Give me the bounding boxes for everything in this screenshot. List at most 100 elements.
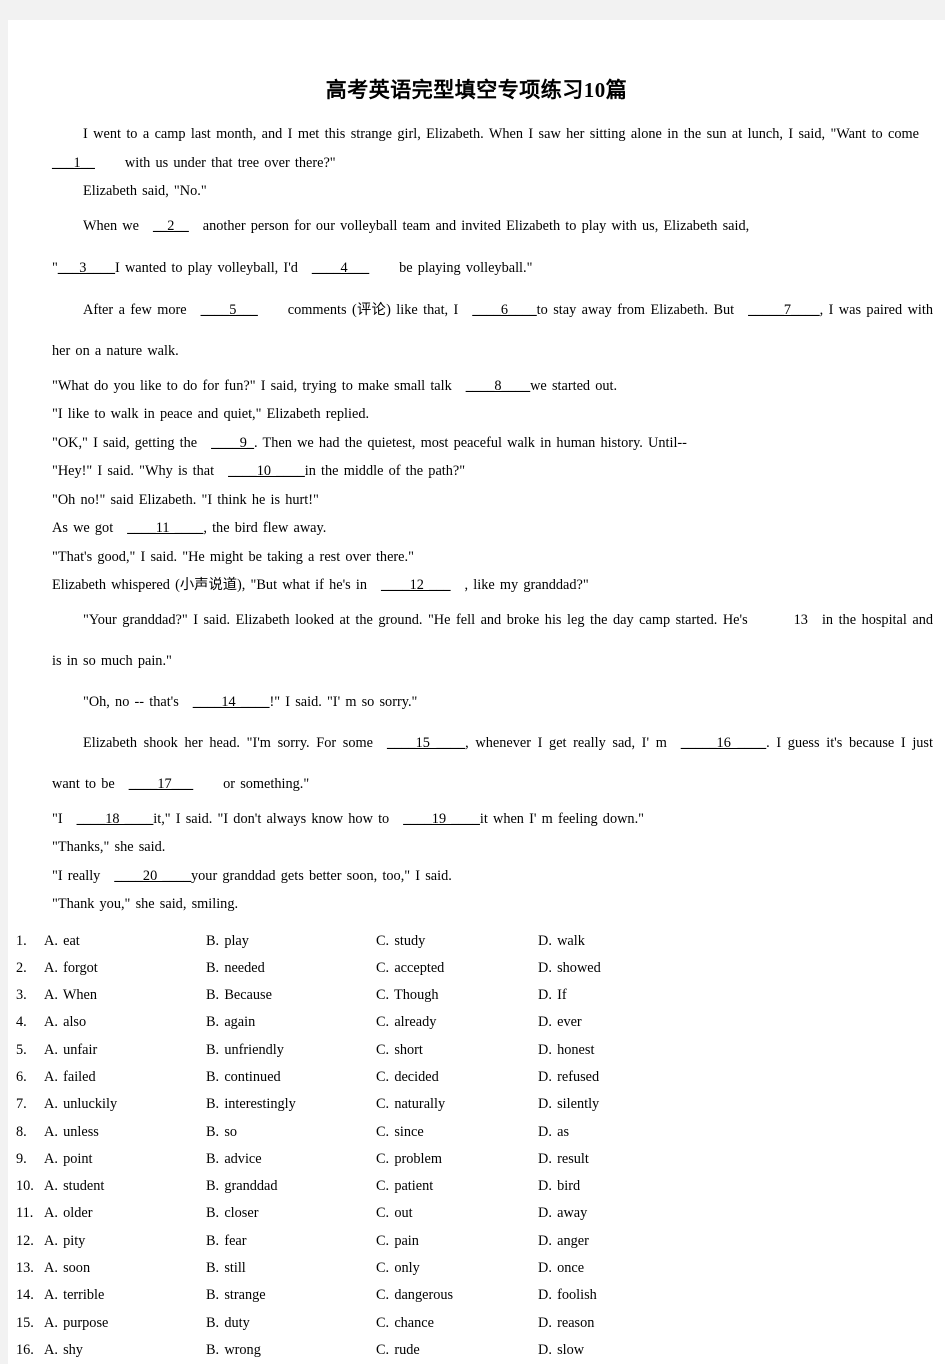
option-choice-B[interactable]: B. advice: [206, 1146, 376, 1173]
option-choice-D[interactable]: D. bird: [538, 1173, 698, 1200]
option-choice-C[interactable]: C. since: [376, 1119, 538, 1146]
option-letter: A.: [44, 1042, 58, 1058]
answer-blank-8[interactable]: ____8____: [466, 378, 530, 394]
answer-blank-10[interactable]: ____10 ____: [228, 463, 305, 479]
option-choice-B[interactable]: B. again: [206, 1009, 376, 1036]
option-choice-C[interactable]: C. out: [376, 1200, 538, 1227]
answer-blank-4[interactable]: ____4___: [312, 260, 369, 276]
option-choice-A[interactable]: A. student: [44, 1173, 206, 1200]
option-choice-A[interactable]: A. eat: [44, 928, 206, 955]
option-choice-D[interactable]: D. as: [538, 1119, 698, 1146]
option-choice-C[interactable]: C. pain: [376, 1228, 538, 1255]
option-choice-D[interactable]: D. If: [538, 982, 698, 1009]
option-choice-C[interactable]: C. already: [376, 1009, 538, 1036]
option-choice-C[interactable]: C. Though: [376, 982, 538, 1009]
passage-paragraph-1: I went to a camp last month, and I met t…: [52, 120, 933, 177]
option-choice-D[interactable]: D. ever: [538, 1009, 698, 1036]
option-choice-A[interactable]: A. shy: [44, 1337, 206, 1364]
option-choice-C[interactable]: C. rude: [376, 1337, 538, 1364]
answer-blank-7[interactable]: _____7____: [748, 302, 819, 318]
option-letter: D.: [538, 960, 552, 976]
option-choice-B[interactable]: B. unfriendly: [206, 1037, 376, 1064]
option-choice-C[interactable]: C. only: [376, 1255, 538, 1282]
option-choice-D[interactable]: D. walk: [538, 928, 698, 955]
option-choice-D[interactable]: D. silently: [538, 1091, 698, 1118]
option-choice-D[interactable]: D. honest: [538, 1037, 698, 1064]
option-choice-C[interactable]: C. short: [376, 1037, 538, 1064]
option-choice-C[interactable]: C. study: [376, 928, 538, 955]
option-letter: D.: [538, 1205, 552, 1221]
answer-blank-1[interactable]: ___1__: [52, 155, 95, 171]
option-choice-A[interactable]: A. older: [44, 1200, 206, 1227]
option-text: short: [394, 1042, 423, 1058]
option-choice-A[interactable]: A. unfair: [44, 1037, 206, 1064]
option-choice-A[interactable]: A. point: [44, 1146, 206, 1173]
option-choice-B[interactable]: B. interestingly: [206, 1091, 376, 1118]
option-choice-D[interactable]: D. result: [538, 1146, 698, 1173]
option-letter: B.: [206, 1315, 219, 1331]
option-choice-C[interactable]: C. patient: [376, 1173, 538, 1200]
option-choice-D[interactable]: D. anger: [538, 1228, 698, 1255]
option-choice-A[interactable]: A. terrible: [44, 1282, 206, 1309]
option-choice-C[interactable]: C. dangerous: [376, 1282, 538, 1309]
option-choice-B[interactable]: B. still: [206, 1255, 376, 1282]
answer-blank-18[interactable]: ____18 ____: [77, 811, 154, 827]
option-choice-C[interactable]: C. decided: [376, 1064, 538, 1091]
option-choice-B[interactable]: B. fear: [206, 1228, 376, 1255]
answer-blank-19[interactable]: ____19 ____: [403, 811, 480, 827]
answer-blank-11[interactable]: ____11 ____: [127, 520, 203, 536]
option-choice-A[interactable]: A. unluckily: [44, 1091, 206, 1118]
option-choice-A[interactable]: A. forgot: [44, 955, 206, 982]
answer-blank-20[interactable]: ____20 ____: [114, 868, 191, 884]
passage-text: As we got: [52, 520, 113, 536]
option-choice-A[interactable]: A. soon: [44, 1255, 206, 1282]
answer-blank-9[interactable]: ____9_: [211, 435, 254, 451]
option-text: fear: [224, 1233, 246, 1249]
option-choice-D[interactable]: D. foolish: [538, 1282, 698, 1309]
option-choice-D[interactable]: D. reason: [538, 1310, 698, 1337]
answer-blank-2[interactable]: __2__: [153, 218, 189, 234]
option-letter: A.: [44, 1124, 58, 1140]
passage-text: Elizabeth shook her head. "I'm sorry. Fo…: [83, 735, 373, 751]
option-choice-B[interactable]: B. Because: [206, 982, 376, 1009]
option-choice-D[interactable]: D. away: [538, 1200, 698, 1227]
option-choice-A[interactable]: A. failed: [44, 1064, 206, 1091]
option-choice-C[interactable]: C. naturally: [376, 1091, 538, 1118]
option-row: 2.A. forgotB. neededC. acceptedD. showed: [16, 955, 935, 982]
answer-blank-6[interactable]: ____6____: [472, 302, 536, 318]
option-choice-B[interactable]: B. play: [206, 928, 376, 955]
option-choice-D[interactable]: D. slow: [538, 1337, 698, 1364]
option-choice-C[interactable]: C. accepted: [376, 955, 538, 982]
answer-blank-16[interactable]: _____16 ____: [681, 735, 766, 751]
answer-blank-5[interactable]: ____5___: [201, 302, 258, 318]
option-choice-A[interactable]: A. purpose: [44, 1310, 206, 1337]
answer-blank-17[interactable]: ____17___: [129, 776, 193, 792]
option-choice-D[interactable]: D. refused: [538, 1064, 698, 1091]
option-choice-A[interactable]: A. pity: [44, 1228, 206, 1255]
option-choice-A[interactable]: A. When: [44, 982, 206, 1009]
answer-blank-15[interactable]: ____15 ____: [387, 735, 465, 751]
option-choice-B[interactable]: B. granddad: [206, 1173, 376, 1200]
option-choice-B[interactable]: B. strange: [206, 1282, 376, 1309]
option-choice-B[interactable]: B. duty: [206, 1310, 376, 1337]
passage-text: be playing volleyball.": [399, 260, 532, 276]
option-choice-A[interactable]: A. unless: [44, 1119, 206, 1146]
answer-blank-12[interactable]: ____12 ___: [381, 577, 451, 593]
option-choice-D[interactable]: D. once: [538, 1255, 698, 1282]
option-letter: B.: [206, 933, 219, 949]
answer-blank-3[interactable]: ___3____: [58, 260, 115, 276]
option-choice-B[interactable]: B. wrong: [206, 1337, 376, 1364]
passage-paragraph-13: Elizabeth whispered (小声说道), "But what if…: [52, 571, 933, 600]
option-letter: A.: [44, 1342, 58, 1358]
option-choice-B[interactable]: B. needed: [206, 955, 376, 982]
option-choice-B[interactable]: B. closer: [206, 1200, 376, 1227]
option-choice-C[interactable]: C. problem: [376, 1146, 538, 1173]
option-choice-B[interactable]: B. so: [206, 1119, 376, 1146]
option-choice-C[interactable]: C. chance: [376, 1310, 538, 1337]
option-choice-A[interactable]: A. also: [44, 1009, 206, 1036]
answer-blank-14[interactable]: ____14 ____: [193, 694, 270, 710]
answer-blank-13[interactable]: 13: [794, 612, 808, 628]
option-choice-B[interactable]: B. continued: [206, 1064, 376, 1091]
option-choice-D[interactable]: D. showed: [538, 955, 698, 982]
document-page: 高考英语完型填空专项练习10篇 I went to a camp last mo…: [8, 20, 945, 1364]
